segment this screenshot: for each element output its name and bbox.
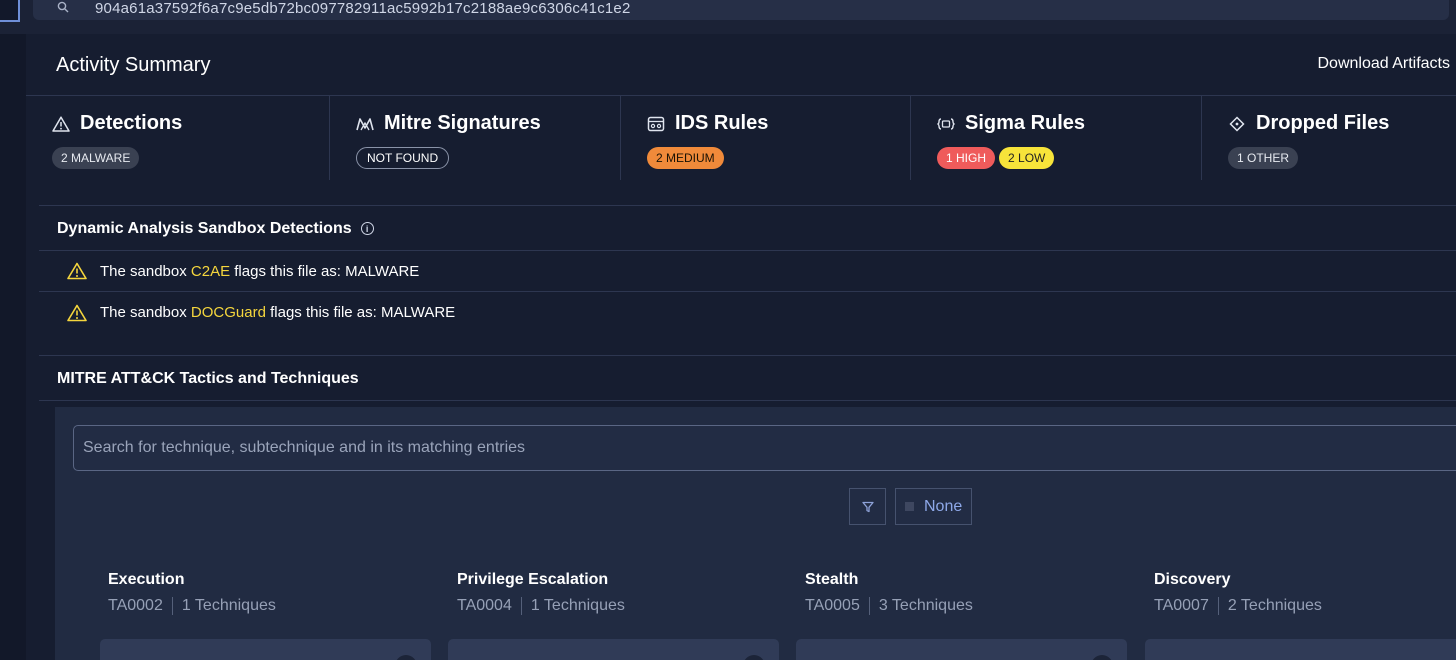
list-item: The sandbox C2AE flags this file as: MAL…	[39, 251, 1456, 292]
tactic-technique-count: 1 Techniques	[530, 597, 625, 614]
tactic-name: Discovery	[1154, 571, 1231, 588]
filter-none-label: None	[924, 497, 963, 515]
medium-badge: 2 MEDIUM	[647, 147, 724, 169]
warning-triangle-icon	[67, 262, 87, 280]
hash-value: 904a61a37592f6a7c9e5db72bc097782911ac599…	[95, 0, 631, 17]
tactic-id: TA0004	[457, 597, 512, 614]
sandbox-name-link[interactable]: C2AE	[191, 263, 230, 280]
sandbox-detection-list: The sandbox C2AE flags this file as: MAL…	[39, 250, 1456, 333]
search-icon	[57, 1, 71, 15]
filter-button[interactable]	[849, 488, 886, 525]
tactic-technique-count: 3 Techniques	[878, 597, 973, 614]
tactic-privilege-escalation: Privilege Escalation TA0004 1 Techniques	[457, 571, 625, 615]
info-icon[interactable]: i	[360, 222, 374, 235]
sandbox-row-suffix: flags this file as: MALWARE	[265, 304, 456, 321]
tactic-name: Execution	[108, 571, 185, 588]
sandbox-panel-header: Dynamic Analysis Sandbox Detections i	[39, 205, 1456, 250]
tactic-execution: Execution TA0002 1 Techniques	[108, 571, 276, 615]
expand-icon[interactable]	[743, 655, 765, 660]
sidebar-toggle[interactable]	[0, 0, 20, 22]
tactic-technique-count: 1 Techniques	[181, 597, 276, 614]
tactic-id: TA0002	[108, 597, 163, 614]
main-content: Activity Summary Download Artifacts Dete…	[26, 34, 1456, 660]
sandbox-row-prefix: The sandbox	[100, 304, 191, 321]
technique-card[interactable]	[796, 639, 1127, 660]
tactic-id: TA0005	[805, 597, 860, 614]
mitre-signatures-title: Mitre Signatures	[384, 112, 541, 134]
detections-title: Detections	[80, 112, 183, 134]
mitre-panel-header: MITRE ATT&CK Tactics and Techniques	[39, 355, 1456, 401]
tactic-name: Privilege Escalation	[457, 571, 609, 588]
not-found-badge: NOT FOUND	[356, 147, 450, 169]
download-artifacts-button[interactable]: Download Artifacts	[1317, 55, 1450, 73]
checkbox-square-icon	[905, 502, 914, 511]
technique-card[interactable]	[1145, 639, 1456, 660]
malware-badge: 2 MALWARE	[52, 147, 140, 169]
warning-triangle-icon	[67, 304, 87, 321]
filter-none-toggle[interactable]: None	[895, 488, 972, 525]
high-badge: 1 HIGH	[937, 147, 996, 169]
technique-card[interactable]	[100, 639, 431, 660]
ids-icon	[647, 115, 665, 133]
low-badge: 2 LOW	[999, 147, 1055, 169]
warning-triangle-icon	[52, 115, 70, 133]
dropped-files-title: Dropped Files	[1256, 112, 1390, 134]
sigma-rules-card[interactable]: Sigma Rules 1 HIGH 2 LOW	[911, 96, 1202, 180]
sigma-rules-title: Sigma Rules	[965, 112, 1086, 134]
sandbox-section-title: Dynamic Analysis Sandbox Detections	[57, 219, 352, 237]
left-gutter	[0, 34, 26, 660]
sandbox-row-suffix: flags this file as: MALWARE	[230, 262, 420, 280]
detections-card[interactable]: Detections 2 MALWARE	[26, 96, 330, 180]
sigma-icon	[937, 115, 955, 133]
mitre-signatures-card[interactable]: Mitre Signatures NOT FOUND	[330, 96, 621, 180]
mitre-tactics-area: Search for technique, subtechnique and i…	[55, 407, 1456, 660]
tactic-discovery: Discovery TA0007 2 Techniques	[1154, 571, 1322, 615]
mitre-section-title: MITRE ATT&CK Tactics and Techniques	[57, 369, 359, 387]
tactic-id: TA0007	[1154, 597, 1209, 614]
diamond-icon	[1228, 115, 1246, 133]
sandbox-row-prefix: The sandbox	[100, 262, 191, 280]
expand-icon[interactable]	[395, 655, 417, 660]
other-badge: 1 OTHER	[1228, 147, 1299, 169]
list-item: The sandbox DOCGuard flags this file as:…	[39, 292, 1456, 333]
sandbox-name-link[interactable]: DOCGuard	[191, 304, 266, 321]
summary-row: Detections 2 MALWARE Mitre Signatures NO…	[26, 95, 1456, 180]
tactic-technique-count: 2 Techniques	[1227, 597, 1322, 614]
technique-search-input[interactable]: Search for technique, subtechnique and i…	[73, 425, 1456, 471]
ids-rules-card[interactable]: IDS Rules 2 MEDIUM	[621, 96, 911, 180]
filter-icon	[861, 501, 874, 512]
technique-card[interactable]	[448, 639, 779, 660]
dropped-files-card[interactable]: Dropped Files 1 OTHER	[1202, 96, 1456, 180]
ids-rules-title: IDS Rules	[675, 112, 769, 134]
hash-search-input[interactable]: 904a61a37592f6a7c9e5db72bc097782911ac599…	[33, 0, 1449, 20]
mitre-icon	[356, 115, 374, 133]
activity-summary-title: Activity Summary	[56, 54, 211, 76]
tactic-name: Stealth	[805, 571, 859, 588]
expand-icon[interactable]	[1091, 655, 1113, 660]
tactic-stealth: Stealth TA0005 3 Techniques	[805, 571, 973, 615]
